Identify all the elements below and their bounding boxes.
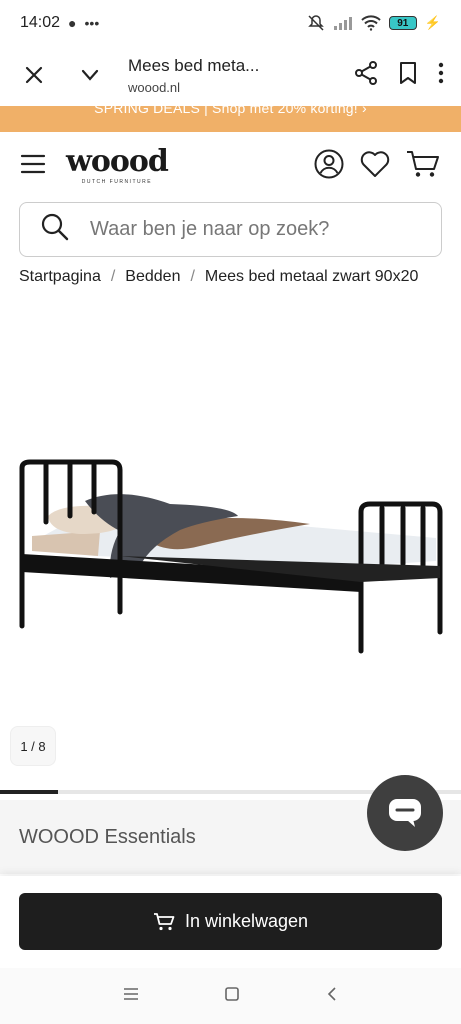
page-host: woood.nl <box>128 79 181 95</box>
close-icon[interactable] <box>16 57 52 93</box>
logo-subtitle: DUTCH FURNITURE <box>81 179 153 185</box>
breadcrumb-home[interactable]: Startpagina <box>19 268 101 285</box>
promo-text: SPRING DEALS | Shop met 20% korting! › <box>94 106 367 116</box>
status-time: 14:02 <box>20 14 61 31</box>
chat-bubble-icon <box>389 799 421 827</box>
wishlist-heart-icon[interactable] <box>359 149 391 184</box>
page-title: Mees bed meta... <box>128 55 260 75</box>
search-icon[interactable] <box>40 212 70 247</box>
chat-notification-icon: ● <box>68 15 77 31</box>
breadcrumb-current: Mees bed metaal zwart 90x20 <box>204 268 419 285</box>
account-icon[interactable] <box>313 148 345 185</box>
signal-icon <box>333 17 352 30</box>
status-bar: 14:02 ● ••• 91 ⚡ <box>0 0 461 46</box>
back-icon[interactable] <box>325 986 339 1007</box>
share-icon[interactable] <box>353 60 379 91</box>
browser-toolbar: Mees bed meta... woood.nl <box>0 46 461 104</box>
hamburger-menu-icon[interactable] <box>20 153 46 180</box>
shopping-cart-icon[interactable] <box>405 148 441 185</box>
home-icon[interactable] <box>224 986 240 1007</box>
page-info[interactable]: Mees bed meta... woood.nl <box>128 56 353 95</box>
wifi-icon <box>361 15 381 31</box>
product-image-bed <box>19 459 443 654</box>
breadcrumb-separator: / <box>110 268 116 285</box>
search-input[interactable] <box>90 218 410 241</box>
site-header: woood DUTCH FURNITURE <box>0 140 461 192</box>
breadcrumb-beds[interactable]: Bedden <box>125 268 180 285</box>
more-notifications-icon: ••• <box>84 15 100 31</box>
add-to-cart-bar: In winkelwagen <box>0 876 461 968</box>
battery-icon: 91 <box>388 16 417 30</box>
logo-wordmark: woood <box>66 144 169 179</box>
breadcrumb-separator: / <box>190 268 195 285</box>
chat-button[interactable] <box>367 775 443 851</box>
mute-icon <box>308 15 324 31</box>
bookmark-icon[interactable] <box>397 61 419 90</box>
recents-icon[interactable] <box>123 987 139 1006</box>
search-box[interactable] <box>19 202 442 257</box>
add-to-cart-label: In winkelwagen <box>184 911 309 931</box>
image-counter: 1 / 8 <box>10 726 56 766</box>
chevron-down-icon[interactable] <box>72 57 108 93</box>
add-to-cart-button[interactable]: In winkelwagen <box>19 893 442 950</box>
cart-icon <box>153 912 175 930</box>
more-menu-icon[interactable] <box>437 62 445 89</box>
product-brand: WOOOD Essentials <box>19 826 196 848</box>
gallery-progress-fill <box>0 790 58 794</box>
system-navigation-bar <box>0 968 461 1024</box>
woood-logo[interactable]: woood DUTCH FURNITURE <box>66 144 169 186</box>
charging-icon: ⚡ <box>424 15 441 30</box>
product-image-gallery[interactable]: 1 / 8 <box>0 316 461 776</box>
promo-banner[interactable]: SPRING DEALS | Shop met 20% korting! › <box>0 106 461 132</box>
breadcrumb: Startpagina / Bedden / Mees bed metaal zwart… <box>19 268 461 292</box>
